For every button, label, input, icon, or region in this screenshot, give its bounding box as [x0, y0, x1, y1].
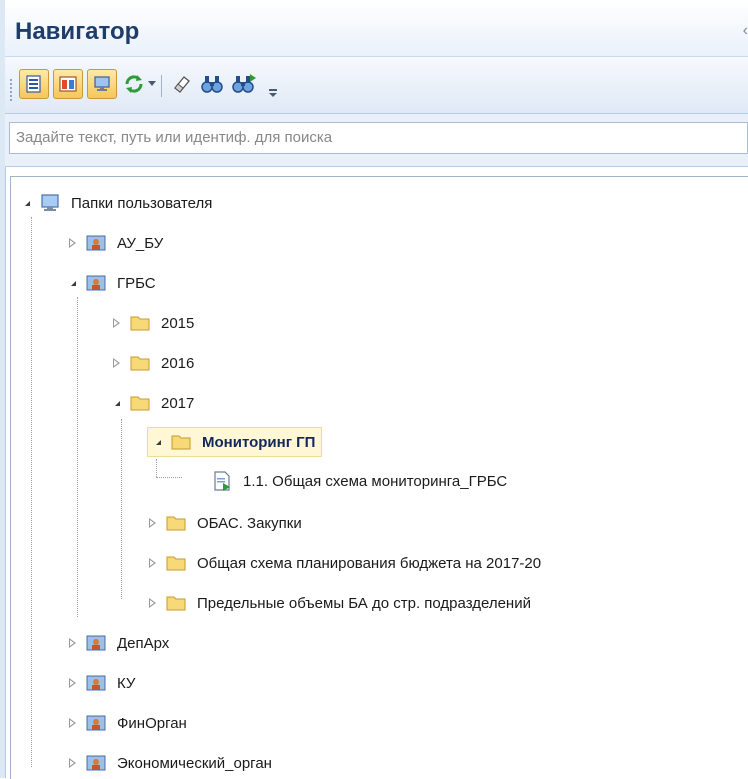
computer-icon: [37, 190, 63, 216]
tree-node-budget-planning[interactable]: Общая схема планирования бюджета на 2017…: [147, 549, 541, 577]
tree-connector: [31, 217, 32, 767]
find-icon: [201, 76, 223, 93]
tree-node-label: 2015: [161, 314, 195, 332]
user-folder-icon: [83, 670, 109, 696]
panel-header: Навигатор ‹: [5, 0, 748, 57]
folder-icon: [163, 590, 189, 616]
tree-node-label: ФинОрган: [117, 714, 187, 732]
toolbar-grip[interactable]: [10, 79, 14, 101]
tree-node-label: 2016: [161, 354, 195, 372]
tree-node-2017[interactable]: 2017: [111, 389, 194, 417]
view-computer-button[interactable]: [87, 69, 117, 99]
tree-connector: [156, 477, 182, 478]
collapsed-arrow-icon[interactable]: [147, 597, 159, 609]
tree-node-label: АУ_БУ: [117, 234, 164, 252]
tree-node-label: Общая схема планирования бюджета на 2017…: [197, 554, 542, 572]
tree-connector: [121, 419, 122, 599]
refresh-button[interactable]: [121, 71, 147, 97]
folder-icon: [127, 390, 153, 416]
tree-node-root[interactable]: Папки пользователя: [21, 189, 212, 217]
tree-node-label: КУ: [117, 674, 136, 692]
tree-node-label: 1.1. Общая схема мониторинга_ГРБС: [243, 472, 508, 490]
toolbar-separator: [161, 75, 162, 97]
user-folder-icon: [83, 750, 109, 776]
toolbar-overflow-icon[interactable]: [268, 83, 278, 99]
navigator-tree: Папки пользователя АУ_БУ ГРБС 2015 2016 …: [10, 176, 748, 779]
expanded-arrow-icon[interactable]: [152, 436, 164, 448]
folder-icon: [127, 310, 153, 336]
tree-node-finorgan[interactable]: ФинОрган: [67, 709, 187, 737]
tree-node-label: 2017: [161, 394, 195, 412]
toolbar: [5, 57, 748, 114]
view-computer-icon: [94, 76, 110, 91]
document-run-icon: [209, 468, 235, 494]
tree-node-limit-volumes[interactable]: Предельные объемы БА до стр. подразделен…: [147, 589, 531, 617]
view-objects-button[interactable]: [53, 69, 83, 99]
tree-connector: [77, 297, 78, 617]
tree-node-label: ГРБС: [117, 274, 156, 292]
folder-icon: [163, 550, 189, 576]
user-folder-icon: [83, 710, 109, 736]
tree-node-2016[interactable]: 2016: [111, 349, 194, 377]
expanded-arrow-icon[interactable]: [111, 397, 123, 409]
collapsed-arrow-icon[interactable]: [111, 357, 123, 369]
collapsed-arrow-icon[interactable]: [111, 317, 123, 329]
tree-node-au-bu[interactable]: АУ_БУ: [67, 229, 163, 257]
tree-node-economic-organ[interactable]: Экономический_орган: [67, 749, 272, 777]
collapsed-arrow-icon[interactable]: [67, 677, 79, 689]
search-input[interactable]: Задайте текст, путь или идентиф. для пои…: [9, 122, 748, 154]
clear-icon: [174, 76, 190, 93]
tree-node-obas-zakupki[interactable]: ОБАС. Закупки: [147, 509, 302, 537]
tree-connector: [156, 459, 157, 477]
tree-node-deparh[interactable]: ДепАрх: [67, 629, 169, 657]
tree-node-label: Папки пользователя: [71, 194, 213, 212]
folder-icon: [127, 350, 153, 376]
panel-title: Навигатор: [15, 18, 140, 45]
tree-node-grbs[interactable]: ГРБС: [67, 269, 156, 297]
collapsed-arrow-icon[interactable]: [147, 517, 159, 529]
find-next-icon: [232, 74, 256, 93]
refresh-icon: [125, 75, 143, 93]
find-button[interactable]: [199, 71, 225, 97]
collapsed-arrow-icon[interactable]: [67, 637, 79, 649]
tree-node-label: Предельные объемы БА до стр. подразделен…: [197, 594, 531, 612]
view-folders-button[interactable]: [19, 69, 49, 99]
expanded-arrow-icon[interactable]: [21, 197, 33, 209]
refresh-dropdown-icon[interactable]: [148, 81, 156, 86]
tree-node-label: Экономический_орган: [117, 754, 272, 772]
user-folder-icon: [83, 630, 109, 656]
find-next-button[interactable]: [231, 71, 257, 97]
collapsed-arrow-icon[interactable]: [147, 557, 159, 569]
tree-node-label: Мониторинг ГП: [202, 433, 316, 451]
user-folder-icon: [83, 230, 109, 256]
tree-node-2015[interactable]: 2015: [111, 309, 194, 337]
folder-icon: [168, 429, 194, 455]
tree-node-ku[interactable]: КУ: [67, 669, 135, 697]
collapse-icon[interactable]: ‹: [743, 22, 748, 40]
collapsed-arrow-icon[interactable]: [67, 717, 79, 729]
navigator-panel: Навигатор ‹ Задайте текст, путь или иден…: [0, 0, 748, 779]
tree-node-label: ОБАС. Закупки: [197, 514, 302, 532]
user-folder-icon: [83, 270, 109, 296]
tree-node-scheme-document[interactable]: 1.1. Общая схема мониторинга_ГРБС: [209, 467, 507, 495]
folder-icon: [163, 510, 189, 536]
search-bar: Задайте текст, путь или идентиф. для пои…: [5, 114, 748, 167]
collapsed-arrow-icon[interactable]: [67, 237, 79, 249]
view-objects-icon: [59, 76, 77, 92]
tree-node-label: ДепАрх: [117, 634, 170, 652]
view-folders-icon: [26, 75, 41, 93]
collapsed-arrow-icon[interactable]: [67, 757, 79, 769]
expanded-arrow-icon[interactable]: [67, 277, 79, 289]
clear-button[interactable]: [169, 71, 195, 97]
tree-node-monitoring-gp[interactable]: Мониторинг ГП: [147, 427, 323, 457]
